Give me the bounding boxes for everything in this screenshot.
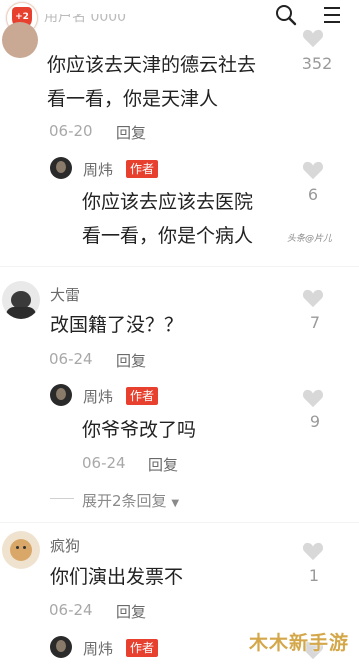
- author-tag: 作者: [126, 160, 159, 178]
- like-count: 1: [308, 566, 320, 585]
- reply-date: 06-24: [82, 454, 126, 472]
- divider: [0, 266, 359, 267]
- like-count: 352: [301, 54, 333, 73]
- source-watermark: 头条@片儿: [287, 234, 333, 244]
- reply-button[interactable]: 回复: [148, 454, 178, 475]
- expand-replies-label: 展开2条回复: [82, 492, 167, 510]
- like-count: 7: [309, 313, 321, 332]
- heart-icon[interactable]: [302, 160, 324, 184]
- comment-date: 06-24: [49, 350, 93, 368]
- reply-text-line-2: 看一看，你是个病人: [82, 225, 254, 247]
- heart-icon[interactable]: [302, 388, 324, 412]
- avatar[interactable]: [50, 636, 72, 658]
- reply-author-name[interactable]: 周炜: [83, 386, 113, 407]
- comment-text: 改国籍了没？？: [50, 314, 184, 336]
- search-icon[interactable]: [275, 4, 297, 30]
- comment-date: 06-24: [49, 601, 93, 619]
- reply-text: 你爷爷改了吗: [82, 419, 197, 441]
- avatar[interactable]: [50, 157, 72, 179]
- author-tag: 作者: [126, 639, 159, 657]
- comment-text: 你们演出发票不: [50, 566, 184, 588]
- comment-author-name[interactable]: 大雷: [50, 284, 80, 305]
- more-menu-icon[interactable]: [322, 4, 342, 30]
- heart-icon[interactable]: [302, 28, 324, 52]
- avatar[interactable]: [50, 384, 72, 406]
- reply-button[interactable]: 回复: [116, 601, 146, 622]
- comment-text-line-2: 看一看，你是天津人: [47, 88, 219, 110]
- like-count: 6: [307, 185, 319, 204]
- comment-date: 06-20: [49, 122, 93, 140]
- avatar[interactable]: [2, 281, 40, 319]
- reply-author-name[interactable]: 周炜: [83, 159, 113, 180]
- divider: [50, 498, 74, 499]
- partial-username: 用户名 0000: [44, 14, 127, 24]
- like-count: 9: [309, 412, 321, 431]
- corner-watermark: 木木新手游: [249, 632, 350, 654]
- reply-author-name[interactable]: 周炜: [83, 638, 113, 659]
- divider: [0, 522, 359, 523]
- reply-button[interactable]: 回复: [116, 122, 146, 143]
- author-tag: 作者: [126, 387, 159, 405]
- chevron-down-icon: ▼: [171, 498, 180, 509]
- heart-icon[interactable]: [302, 541, 324, 565]
- reply-text-line-1: 你应该去应该去医院: [82, 191, 254, 213]
- comment-text-line-1: 你应该去天津的德云社去: [47, 54, 257, 76]
- heart-icon[interactable]: [302, 288, 324, 312]
- expand-replies-button[interactable]: 展开2条回复 ▼: [82, 490, 179, 511]
- avatar[interactable]: [2, 531, 40, 569]
- reply-button[interactable]: 回复: [116, 350, 146, 371]
- comment-author-name[interactable]: 疯狗: [50, 535, 80, 556]
- avatar[interactable]: [2, 22, 38, 58]
